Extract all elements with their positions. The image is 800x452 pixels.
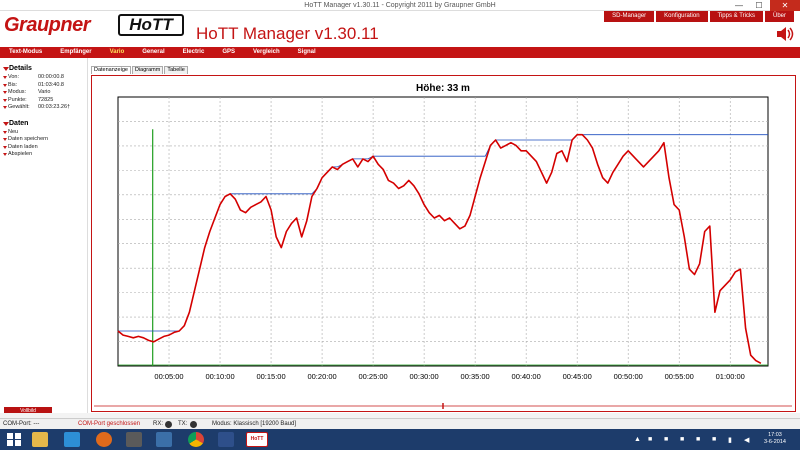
rx-indicator-icon [165, 421, 172, 428]
speaker-icon[interactable] [776, 26, 794, 46]
detail-value: 72825 [38, 96, 54, 103]
graupner-logo: Graupner [4, 14, 91, 36]
top-menu: SD-Manager Konfiguration Tipps & Tricks … [602, 11, 794, 22]
clock-date: 3-6-2014 [763, 439, 786, 445]
tray-chevron-icon[interactable]: ▲ [634, 436, 641, 443]
tab-electric[interactable]: Electric [174, 47, 214, 58]
tray-app-icon[interactable]: ■ [680, 436, 684, 443]
daten-header[interactable]: Daten [0, 119, 87, 129]
tab-signal[interactable]: Signal [289, 47, 325, 58]
detail-key: Modus: [8, 89, 27, 95]
hott-manager-taskbar-icon[interactable]: HoTT [246, 432, 268, 447]
menu-ueber[interactable]: Über [764, 11, 794, 22]
main-tabs: Text-Modus Empfänger Vario General Elect… [0, 47, 800, 58]
x-tick-label: 00:30:00 [410, 372, 439, 381]
app-icon-4[interactable] [218, 432, 234, 447]
data-item-abspielen[interactable]: Abspielen [0, 151, 87, 159]
detail-row: Punkte: 72825 [0, 97, 87, 105]
taskbar-clock[interactable]: 17:03 3-6-2014 [764, 432, 786, 446]
plot-area [117, 96, 769, 367]
network-icon[interactable]: ▮ [728, 436, 732, 444]
sidebar: Details Von: 00:00:00.8 Bis: 01:03:40.8 Mo… [0, 58, 88, 413]
data-item-neu[interactable]: Neu [0, 129, 87, 137]
x-tick-label: 00:55:00 [665, 372, 694, 381]
chrome-icon[interactable] [188, 432, 204, 447]
x-tick-label: 00:40:00 [512, 372, 541, 381]
detail-key: Von: [8, 74, 20, 80]
maximize-button[interactable]: ☐ [750, 0, 768, 11]
menu-sd-manager[interactable]: SD-Manager [604, 11, 655, 22]
tab-general[interactable]: General [133, 47, 173, 58]
x-tick-label: 00:10:00 [205, 372, 234, 381]
file-explorer-icon[interactable] [32, 432, 48, 447]
detail-value: Vario [38, 89, 51, 95]
app-icon-3[interactable] [156, 432, 172, 447]
minimize-button[interactable]: — [730, 0, 748, 11]
x-tick-label: 00:35:00 [461, 372, 490, 381]
chart-title: Höhe: 33 m [416, 83, 470, 94]
x-tick-label: 00:50:00 [614, 372, 643, 381]
x-tick-label: 00:25:00 [359, 372, 388, 381]
subtab-tabelle[interactable]: Tabelle [164, 66, 188, 74]
detail-key: Gewählt: [8, 104, 30, 110]
status-bar: COM-Port: --- COM-Port geschlossen RX: T… [0, 418, 800, 429]
hott-logo: HoTT [118, 14, 184, 36]
tab-text-modus[interactable]: Text-Modus [0, 47, 51, 58]
tab-vergleich[interactable]: Vergleich [244, 47, 289, 58]
app-title: HoTT Manager v1.30.11 [196, 24, 379, 43]
tx-indicator-icon [190, 421, 197, 428]
altitude-chart[interactable]: Höhe: 33 m 00:05:00 00:10:00 00:15:00 00:20:… [92, 76, 794, 410]
main-panel: Datenanzeige Diagramm Tabelle Höhe: 33 m… [89, 58, 800, 413]
tray-app-icon[interactable]: ■ [696, 436, 700, 443]
detail-key: Punkte: [8, 96, 27, 103]
subtab-diagramm[interactable]: Diagramm [131, 66, 164, 74]
x-tick-label: 01:00:00 [716, 372, 745, 381]
tab-vario[interactable]: Vario [101, 47, 134, 58]
detail-key: Bis: [8, 81, 18, 88]
menu-tipps-tricks[interactable]: Tipps & Tricks [709, 11, 763, 22]
detail-row: Gewählt: 00:03:23.26† [0, 104, 87, 112]
taskbar: HoTT ▲ ■ ■ ■ ■ ■ ▮ ◀ 17:03 3-6-2014 [0, 429, 800, 450]
x-tick-label: 00:45:00 [563, 372, 592, 381]
subtab-datenanzeige[interactable]: Datenanzeige [91, 66, 131, 74]
x-tick-label: 00:20:00 [307, 372, 336, 381]
firefox-icon[interactable] [96, 432, 112, 447]
tray-app-icon[interactable]: ■ [664, 436, 668, 443]
data-item-speichern[interactable]: Daten speichern [0, 136, 87, 144]
view-tabs: Datenanzeige Diagramm Tabelle [91, 66, 189, 74]
x-tick-label: 00:15:00 [256, 372, 285, 381]
detail-value: 01:03:40.8 [38, 81, 64, 88]
window-titlebar: HoTT Manager v1.30.11 - Copyright 2011 b… [0, 0, 800, 11]
detail-value: 00:00:00.8 [38, 74, 64, 80]
tray-app-icon[interactable]: ■ [648, 436, 652, 443]
tray-app-icon[interactable]: ■ [712, 436, 716, 443]
clock-time: 17:03 [768, 432, 782, 438]
detail-row: Modus: Vario [0, 89, 87, 97]
tab-gps[interactable]: GPS [213, 47, 244, 58]
volume-icon[interactable]: ◀ [744, 436, 749, 444]
data-item-laden[interactable]: Daten laden [0, 144, 87, 152]
detail-row: Von: 00:00:00.8 [0, 74, 87, 82]
chart-frame: Höhe: 33 m 00:05:00 00:10:00 00:15:00 00:20:… [91, 75, 796, 412]
x-tick-label: 00:05:00 [154, 372, 183, 381]
app-icon-2[interactable] [126, 432, 142, 447]
close-button[interactable]: ✕ [770, 0, 800, 11]
window-title: HoTT Manager v1.30.11 - Copyright 2011 b… [304, 2, 496, 9]
tab-empfaenger[interactable]: Empfänger [51, 47, 100, 58]
detail-row: Bis: 01:03:40.8 [0, 82, 87, 90]
detail-value: 00:03:23.26† [38, 104, 71, 110]
windows-start-icon[interactable] [6, 432, 22, 447]
menu-konfiguration[interactable]: Konfiguration [656, 11, 708, 22]
app-icon[interactable] [64, 432, 80, 447]
details-header[interactable]: Details [0, 64, 87, 74]
